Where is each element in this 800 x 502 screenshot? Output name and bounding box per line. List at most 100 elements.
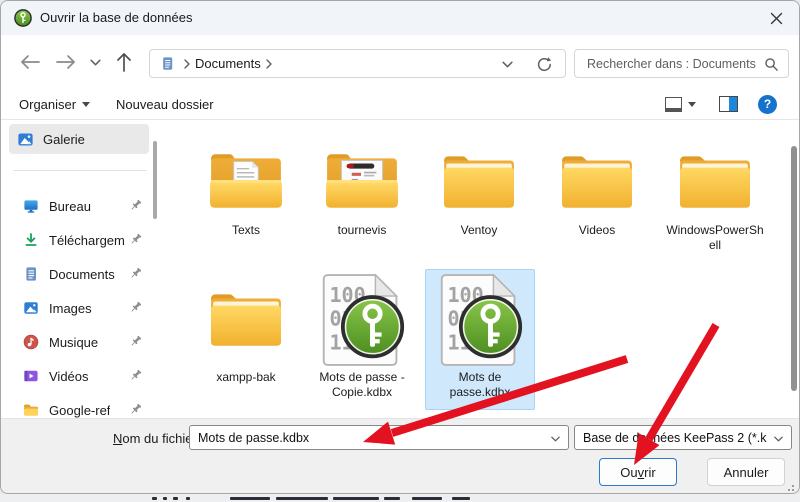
- forward-icon: [55, 52, 77, 72]
- pin-icon[interactable]: [128, 334, 143, 349]
- open-label-post: rir: [644, 465, 656, 480]
- file-tile-tournevis[interactable]: tournevis: [307, 141, 417, 238]
- filename-combobox[interactable]: Mots de passe.kdbx: [189, 425, 569, 450]
- sidebar-gallery-label: Galerie: [43, 132, 85, 147]
- refresh-icon[interactable]: [536, 56, 553, 73]
- command-bar: Organiser Nouveau dossier ?: [1, 89, 799, 119]
- back-button[interactable]: [17, 49, 43, 75]
- file-tile-videos[interactable]: Videos: [542, 141, 652, 238]
- file-name: Videos: [542, 223, 652, 238]
- download-icon: [23, 232, 39, 248]
- file-tile-mots-de-passe-copie[interactable]: Mots de passe - Copie.kdbx: [307, 270, 417, 400]
- help-button[interactable]: ?: [758, 92, 777, 116]
- background-window-strip: [0, 494, 800, 502]
- file-name: tournevis: [307, 223, 417, 238]
- dialog-footer: Nom du fichier : Mots de passe.kdbx Base…: [1, 418, 799, 494]
- address-history-chevron-icon[interactable]: [501, 60, 514, 69]
- pin-icon[interactable]: [128, 368, 143, 383]
- sidebar-item-musique[interactable]: Musique: [1, 326, 153, 358]
- breadcrumb-chevron-icon: [183, 58, 191, 70]
- chevron-down-icon: [773, 435, 784, 443]
- file-tile-mots-de-passe-selected[interactable]: Mots de passe.kdbx: [425, 269, 535, 410]
- navigation-bar: Documents Rechercher dans : Documents: [1, 35, 799, 89]
- file-name: xampp-bak: [191, 370, 301, 385]
- navigation-pane: Galerie Bureau Téléchargem Documents Ima…: [1, 120, 159, 418]
- sidebar-item-label: Images: [49, 301, 92, 316]
- search-icon: [764, 57, 779, 72]
- sidebar-item-documents[interactable]: Documents: [1, 258, 153, 290]
- breadcrumb-documents[interactable]: Documents: [195, 56, 261, 71]
- filetype-combobox[interactable]: Base de données KeePass 2 (*.k: [574, 425, 792, 450]
- sidebar-item-label: Google-ref: [49, 403, 110, 418]
- up-icon: [114, 51, 134, 73]
- open-button[interactable]: Ouvrir: [599, 458, 677, 486]
- new-folder-button[interactable]: Nouveau dossier: [116, 92, 214, 116]
- close-icon: [770, 12, 783, 25]
- folder-icon: [440, 152, 518, 212]
- file-name: WindowsPowerShell: [660, 223, 770, 253]
- views-button[interactable]: [665, 92, 696, 116]
- folder-icon: [323, 152, 401, 212]
- preview-pane-icon: [719, 96, 738, 112]
- filename-label-accel: N: [113, 431, 122, 446]
- sidebar-item-label: Documents: [49, 267, 115, 282]
- sidebar-item-bureau[interactable]: Bureau: [1, 190, 153, 222]
- file-tile-texts[interactable]: Texts: [191, 141, 301, 238]
- pin-icon[interactable]: [128, 402, 143, 417]
- filetype-value: Base de données KeePass 2 (*.k: [583, 431, 766, 445]
- search-input[interactable]: Rechercher dans : Documents: [574, 49, 789, 78]
- folder-icon: [23, 402, 39, 418]
- chevron-down-icon: [89, 58, 102, 67]
- view-mode-icon: [665, 97, 682, 112]
- cancel-label: Annuler: [724, 465, 769, 480]
- filename-value: Mots de passe.kdbx: [198, 431, 309, 445]
- file-list-scrollbar[interactable]: [791, 146, 797, 391]
- organize-label: Organiser: [19, 97, 76, 112]
- sidebar-item-label: Vidéos: [49, 369, 89, 384]
- pin-icon[interactable]: [128, 198, 143, 213]
- pin-icon[interactable]: [128, 300, 143, 315]
- close-button[interactable]: [759, 3, 793, 33]
- gallery-icon: [17, 131, 34, 148]
- music-icon: [23, 334, 39, 350]
- open-label-pre: Ou: [620, 465, 637, 480]
- file-tile-windowspowershell[interactable]: WindowsPowerShell: [660, 141, 770, 253]
- file-name: Mots de passe.kdbx: [426, 370, 534, 400]
- file-name: Ventoy: [424, 223, 534, 238]
- pin-icon[interactable]: [128, 266, 143, 281]
- image-icon: [23, 300, 39, 316]
- help-icon: ?: [758, 95, 777, 114]
- address-bar[interactable]: Documents: [149, 49, 566, 78]
- sidebar-item-gallery[interactable]: Galerie: [9, 124, 149, 154]
- video-icon: [23, 368, 39, 384]
- file-name: Texts: [191, 223, 301, 238]
- up-button[interactable]: [111, 49, 137, 75]
- dialog-title: Ouvrir la base de données: [40, 10, 192, 25]
- sidebar-item-images[interactable]: Images: [1, 292, 153, 324]
- sidebar-item-label: Téléchargem: [49, 233, 125, 248]
- preview-pane-button[interactable]: [719, 92, 738, 116]
- sidebar-item-label: Musique: [49, 335, 98, 350]
- file-tile-ventoy[interactable]: Ventoy: [424, 141, 534, 238]
- folder-icon: [558, 152, 636, 212]
- chevron-down-icon: [550, 435, 561, 443]
- location-document-icon: [160, 56, 175, 71]
- sidebar-item-videos[interactable]: Vidéos: [1, 360, 153, 392]
- search-placeholder: Rechercher dans : Documents: [587, 57, 756, 71]
- keepass-file-icon: [318, 272, 406, 368]
- organize-button[interactable]: Organiser: [19, 92, 90, 116]
- new-folder-label: Nouveau dossier: [116, 97, 214, 112]
- recent-locations-button[interactable]: [85, 49, 105, 75]
- folder-icon: [676, 152, 754, 212]
- resize-grip[interactable]: [785, 482, 794, 491]
- file-tile-xampp-bak[interactable]: xampp-bak: [191, 270, 301, 385]
- forward-button[interactable]: [53, 49, 79, 75]
- sidebar-scrollbar[interactable]: [153, 141, 157, 219]
- sidebar-separator: [13, 170, 147, 171]
- file-name: Mots de passe - Copie.kdbx: [307, 370, 417, 400]
- folder-icon: [207, 290, 285, 350]
- back-icon: [19, 52, 41, 72]
- pin-icon[interactable]: [128, 232, 143, 247]
- sidebar-item-telechargements[interactable]: Téléchargem: [1, 224, 153, 256]
- cancel-button[interactable]: Annuler: [707, 458, 785, 486]
